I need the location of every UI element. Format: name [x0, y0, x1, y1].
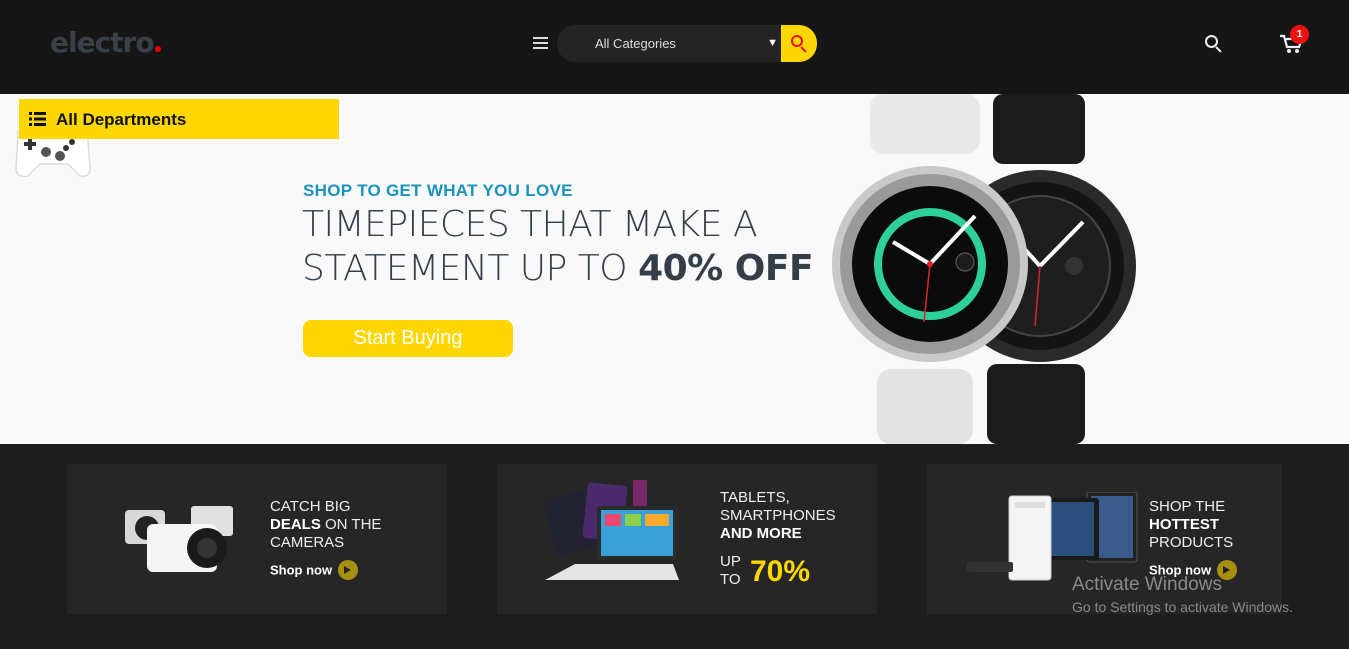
logo[interactable]: electro: [50, 26, 161, 59]
shop-now-link[interactable]: Shop now: [270, 560, 359, 581]
promo-products-bold: HOTTEST: [1149, 516, 1219, 533]
laptop-tablets-image: [545, 480, 679, 580]
activate-windows-title: Activate Windows: [1072, 574, 1222, 595]
camera-image: [125, 506, 233, 572]
hero-title-line1: TIMEPIECES THAT MAKE A: [302, 204, 758, 245]
promo-tablets-line3: AND MORE: [720, 525, 836, 543]
logo-dot: [154, 46, 161, 52]
site-header: electro All Categories ▼ 1: [0, 0, 1349, 94]
promo-products-line3: PRODUCTS: [1149, 534, 1234, 551]
promo-cameras-line3: CAMERAS: [270, 534, 345, 551]
promo-tablets-text: TABLETS, SMARTPHONES AND MORE: [720, 489, 836, 543]
promo-card-tablets[interactable]: TABLETS, SMARTPHONES AND MORE UP TO 70%: [497, 464, 877, 614]
promo-tablets-discount: 70%: [750, 555, 811, 588]
promo-cameras-text: CATCH BIG DEALS ON THE CAMERAS: [270, 498, 381, 552]
promo-card-cameras[interactable]: CATCH BIG DEALS ON THE CAMERAS Shop now: [67, 464, 447, 614]
cart-count-badge: 1: [1290, 25, 1309, 44]
hero-eyebrow: SHOP TO GET WHAT YOU LOVE: [303, 181, 573, 200]
hero-title: TIMEPIECES THAT MAKE A STATEMENT UP TO 4…: [302, 203, 822, 291]
promo-tablets-up: UP: [720, 553, 741, 570]
promo-cameras-line2: DEALS ON THE: [270, 516, 381, 534]
promo-tablets-bold: AND MORE: [720, 525, 802, 542]
promo-tablets-to: TO: [720, 571, 741, 588]
chevron-down-icon: ▼: [767, 37, 778, 49]
list-icon: [29, 112, 46, 126]
promo-products-line1: SHOP THE: [1149, 498, 1226, 515]
hero-discount: 40% OFF: [638, 248, 814, 289]
promo-tablets-line1: TABLETS,: [720, 489, 790, 506]
all-departments-button[interactable]: All Departments: [19, 99, 339, 139]
arrow-right-icon: [338, 560, 359, 580]
promo-tablets-upto: UP TO: [720, 553, 741, 589]
category-select-value: All Categories: [595, 36, 676, 51]
activate-windows-subtitle: Go to Settings to activate Windows.: [1072, 599, 1293, 615]
shop-now-label: Shop now: [270, 562, 333, 578]
logo-text: electro: [50, 26, 155, 59]
hero-title-line2: STATEMENT UP TO 40% OFF: [302, 247, 822, 291]
promo-products-line2: HOTTEST: [1149, 516, 1233, 534]
search-bar: All Categories ▼: [557, 25, 817, 62]
promo-tablets-line2: SMARTPHONES: [720, 507, 836, 524]
search-button[interactable]: [781, 25, 817, 62]
search-icon[interactable]: [1205, 35, 1223, 53]
promo-cameras-line2-rest: ON THE: [320, 516, 382, 533]
desktop-pc-image: [967, 492, 1138, 581]
start-buying-button[interactable]: Start Buying: [303, 320, 513, 357]
smartwatches-image: [832, 94, 1136, 444]
promo-products-text: SHOP THE HOTTEST PRODUCTS: [1149, 498, 1233, 552]
all-departments-label: All Departments: [56, 110, 187, 129]
menu-icon[interactable]: [533, 37, 548, 49]
promo-cameras-line1: CATCH BIG: [270, 498, 351, 515]
promo-cameras-bold: DEALS: [270, 516, 321, 533]
hero-title-line2-text: STATEMENT UP TO: [302, 248, 639, 289]
category-select[interactable]: All Categories ▼: [557, 25, 782, 62]
